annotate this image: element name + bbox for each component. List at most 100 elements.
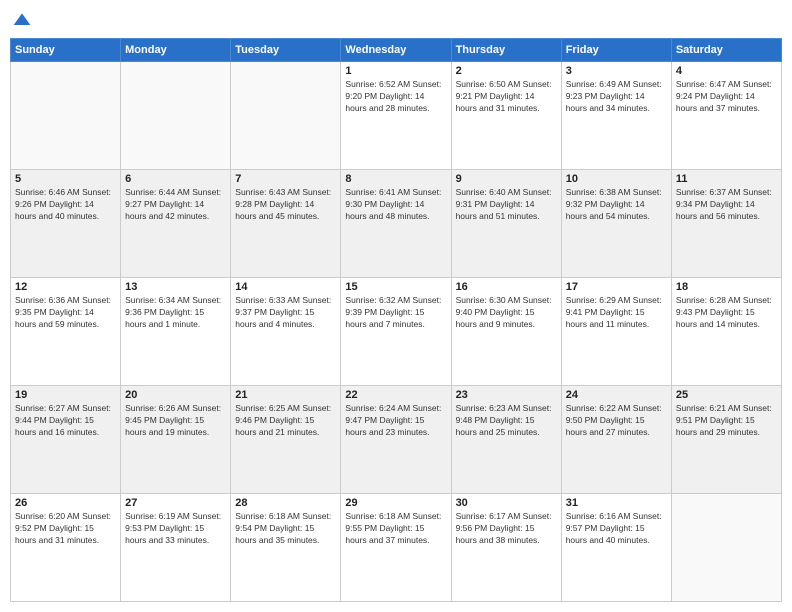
calendar-cell: 21 Sunrise: 6:25 AM Sunset: 9:46 PM Dayli… [231, 386, 341, 494]
day-number: 29 [345, 497, 446, 509]
day-info: Sunrise: 6:40 AM Sunset: 9:31 PM Dayligh… [456, 187, 557, 223]
calendar-cell: 27Sunrise: 6:19 AM Sunset: 9:53 PM Dayli… [121, 494, 231, 602]
day-info: Sunrise: 6:27 AM Sunset: 9:44 PM Dayligh… [15, 403, 116, 439]
calendar-cell: 26Sunrise: 6:20 AM Sunset: 9:52 PM Dayli… [11, 494, 121, 602]
calendar-cell: 17 Sunrise: 6:29 AM Sunset: 9:41 PM Dayli… [561, 278, 671, 386]
calendar-cell: 10 Sunrise: 6:38 AM Sunset: 9:32 PM Dayli… [561, 170, 671, 278]
day-number: 10 [566, 173, 667, 185]
day-number: 9 [456, 173, 557, 185]
calendar-cell: 13 Sunrise: 6:34 AM Sunset: 9:36 PM Dayli… [121, 278, 231, 386]
calendar-cell: 6 Sunrise: 6:44 AM Sunset: 9:27 PM Daylig… [121, 170, 231, 278]
day-info: Sunrise: 6:34 AM Sunset: 9:36 PM Dayligh… [125, 295, 226, 331]
calendar-cell: 18Sunrise: 6:28 AM Sunset: 9:43 PM Dayli… [671, 278, 781, 386]
day-info: Sunrise: 6:32 AM Sunset: 9:39 PM Dayligh… [345, 295, 446, 331]
calendar-cell: 15 Sunrise: 6:32 AM Sunset: 9:39 PM Dayli… [341, 278, 451, 386]
calendar-cell: 24Sunrise: 6:22 AM Sunset: 9:50 PM Dayli… [561, 386, 671, 494]
calendar-cell: 11 Sunrise: 6:37 AM Sunset: 9:34 PM Dayli… [671, 170, 781, 278]
day-info: Sunrise: 6:46 AM Sunset: 9:26 PM Dayligh… [15, 187, 116, 223]
day-info: Sunrise: 6:19 AM Sunset: 9:53 PM Dayligh… [125, 511, 226, 547]
day-info: Sunrise: 6:36 AM Sunset: 9:35 PM Dayligh… [15, 295, 116, 331]
day-info: Sunrise: 6:49 AM Sunset: 9:23 PM Dayligh… [566, 79, 667, 115]
calendar-week-row: 26Sunrise: 6:20 AM Sunset: 9:52 PM Dayli… [11, 494, 782, 602]
calendar-cell: 1 Sunrise: 6:52 AM Sunset: 9:20 PM Daylig… [341, 62, 451, 170]
day-info: Sunrise: 6:30 AM Sunset: 9:40 PM Dayligh… [456, 295, 557, 331]
day-number: 16 [456, 281, 557, 293]
day-number: 17 [566, 281, 667, 293]
calendar-cell: 30 Sunrise: 6:17 AM Sunset: 9:56 PM Dayli… [451, 494, 561, 602]
day-number: 21 [235, 389, 336, 401]
calendar-cell: 28 Sunrise: 6:18 AM Sunset: 9:54 PM Dayli… [231, 494, 341, 602]
page: Sunday Monday Tuesday Wednesday Thursday… [0, 0, 792, 612]
day-info: Sunrise: 6:18 AM Sunset: 9:54 PM Dayligh… [235, 511, 336, 547]
header-monday: Monday [121, 39, 231, 62]
day-number: 12 [15, 281, 116, 293]
day-number: 1 [345, 65, 446, 77]
day-info: Sunrise: 6:26 AM Sunset: 9:45 PM Dayligh… [125, 403, 226, 439]
day-number: 11 [676, 173, 777, 185]
day-number: 22 [345, 389, 446, 401]
day-info: Sunrise: 6:38 AM Sunset: 9:32 PM Dayligh… [566, 187, 667, 223]
day-number: 20 [125, 389, 226, 401]
calendar-cell: 16 Sunrise: 6:30 AM Sunset: 9:40 PM Dayli… [451, 278, 561, 386]
day-info: Sunrise: 6:33 AM Sunset: 9:37 PM Dayligh… [235, 295, 336, 331]
day-info: Sunrise: 6:17 AM Sunset: 9:56 PM Dayligh… [456, 511, 557, 547]
day-info: Sunrise: 6:20 AM Sunset: 9:52 PM Dayligh… [15, 511, 116, 547]
day-info: Sunrise: 6:37 AM Sunset: 9:34 PM Dayligh… [676, 187, 777, 223]
day-number: 19 [15, 389, 116, 401]
logo-icon [12, 10, 32, 30]
day-info: Sunrise: 6:25 AM Sunset: 9:46 PM Dayligh… [235, 403, 336, 439]
header-wednesday: Wednesday [341, 39, 451, 62]
calendar-cell: 8 Sunrise: 6:41 AM Sunset: 9:30 PM Daylig… [341, 170, 451, 278]
weekday-header-row: Sunday Monday Tuesday Wednesday Thursday… [11, 39, 782, 62]
calendar-week-row: 19 Sunrise: 6:27 AM Sunset: 9:44 PM Dayli… [11, 386, 782, 494]
header-friday: Friday [561, 39, 671, 62]
day-info: Sunrise: 6:24 AM Sunset: 9:47 PM Dayligh… [345, 403, 446, 439]
day-number: 15 [345, 281, 446, 293]
day-info: Sunrise: 6:41 AM Sunset: 9:30 PM Dayligh… [345, 187, 446, 223]
day-info: Sunrise: 6:52 AM Sunset: 9:20 PM Dayligh… [345, 79, 446, 115]
header-tuesday: Tuesday [231, 39, 341, 62]
calendar-cell [231, 62, 341, 170]
calendar-cell: 3 Sunrise: 6:49 AM Sunset: 9:23 PM Daylig… [561, 62, 671, 170]
day-number: 6 [125, 173, 226, 185]
day-number: 4 [676, 65, 777, 77]
day-info: Sunrise: 6:29 AM Sunset: 9:41 PM Dayligh… [566, 295, 667, 331]
day-number: 14 [235, 281, 336, 293]
calendar-cell: 4 Sunrise: 6:47 AM Sunset: 9:24 PM Daylig… [671, 62, 781, 170]
calendar-cell: 9 Sunrise: 6:40 AM Sunset: 9:31 PM Daylig… [451, 170, 561, 278]
calendar-cell [671, 494, 781, 602]
day-info: Sunrise: 6:47 AM Sunset: 9:24 PM Dayligh… [676, 79, 777, 115]
calendar-cell: 2Sunrise: 6:50 AM Sunset: 9:21 PM Daylig… [451, 62, 561, 170]
day-number: 5 [15, 173, 116, 185]
day-info: Sunrise: 6:23 AM Sunset: 9:48 PM Dayligh… [456, 403, 557, 439]
day-info: Sunrise: 6:44 AM Sunset: 9:27 PM Dayligh… [125, 187, 226, 223]
day-number: 28 [235, 497, 336, 509]
day-number: 31 [566, 497, 667, 509]
day-number: 24 [566, 389, 667, 401]
header-thursday: Thursday [451, 39, 561, 62]
header-sunday: Sunday [11, 39, 121, 62]
day-number: 13 [125, 281, 226, 293]
header [10, 10, 782, 30]
day-number: 30 [456, 497, 557, 509]
calendar-week-row: 5 Sunrise: 6:46 AM Sunset: 9:26 PM Daylig… [11, 170, 782, 278]
calendar-cell: 23Sunrise: 6:23 AM Sunset: 9:48 PM Dayli… [451, 386, 561, 494]
calendar-cell: 22 Sunrise: 6:24 AM Sunset: 9:47 PM Dayli… [341, 386, 451, 494]
day-info: Sunrise: 6:18 AM Sunset: 9:55 PM Dayligh… [345, 511, 446, 547]
calendar-cell: 12 Sunrise: 6:36 AM Sunset: 9:35 PM Dayli… [11, 278, 121, 386]
day-number: 2 [456, 65, 557, 77]
calendar-cell: 19 Sunrise: 6:27 AM Sunset: 9:44 PM Dayli… [11, 386, 121, 494]
day-info: Sunrise: 6:16 AM Sunset: 9:57 PM Dayligh… [566, 511, 667, 547]
logo [10, 10, 32, 30]
calendar-cell [121, 62, 231, 170]
day-number: 3 [566, 65, 667, 77]
calendar-cell: 29 Sunrise: 6:18 AM Sunset: 9:55 PM Dayli… [341, 494, 451, 602]
calendar-cell: 20 Sunrise: 6:26 AM Sunset: 9:45 PM Dayli… [121, 386, 231, 494]
calendar: Sunday Monday Tuesday Wednesday Thursday… [10, 38, 782, 602]
day-number: 7 [235, 173, 336, 185]
day-number: 25 [676, 389, 777, 401]
calendar-cell: 31 Sunrise: 6:16 AM Sunset: 9:57 PM Dayli… [561, 494, 671, 602]
day-number: 8 [345, 173, 446, 185]
day-info: Sunrise: 6:28 AM Sunset: 9:43 PM Dayligh… [676, 295, 777, 331]
header-saturday: Saturday [671, 39, 781, 62]
